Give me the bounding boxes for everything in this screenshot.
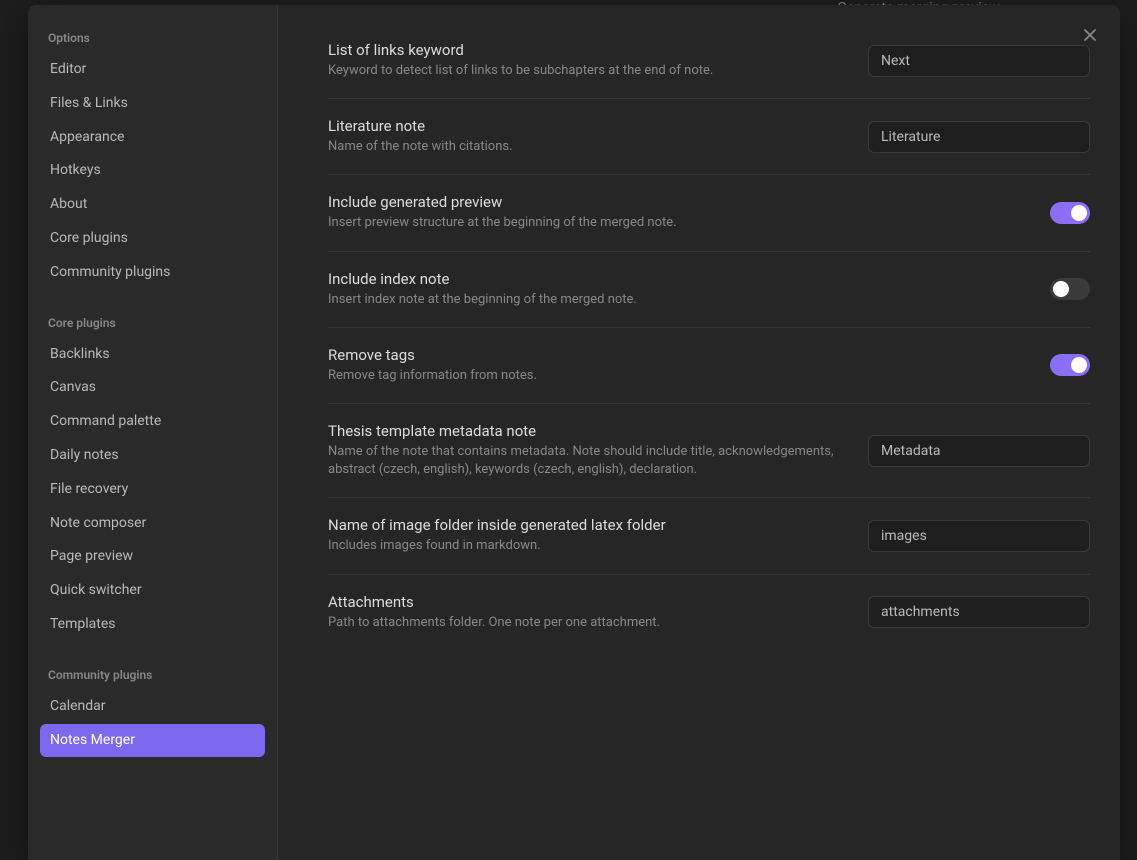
sidebar-item-quick-switcher[interactable]: Quick switcher [40, 574, 265, 608]
setting-title: List of links keyword [328, 41, 848, 59]
image-folder-input[interactable] [868, 520, 1090, 552]
close-button[interactable] [1078, 23, 1102, 47]
sidebar-item-canvas[interactable]: Canvas [40, 371, 265, 405]
setting-title: Name of image folder inside generated la… [328, 516, 848, 534]
toggle-knob [1071, 205, 1087, 221]
sidebar-item-note-composer[interactable]: Note composer [40, 507, 265, 541]
setting-thesis-metadata-note: Thesis template metadata note Name of th… [328, 404, 1090, 498]
setting-desc: Name of the note with citations. [328, 138, 848, 156]
sidebar-item-page-preview[interactable]: Page preview [40, 540, 265, 574]
setting-literature-note: Literature note Name of the note with ci… [328, 99, 1090, 175]
setting-desc: Remove tag information from notes. [328, 367, 1030, 385]
thesis-metadata-input[interactable] [868, 435, 1090, 467]
attachments-input[interactable] [868, 596, 1090, 628]
toggle-knob [1053, 281, 1069, 297]
close-icon [1082, 27, 1098, 43]
sidebar-item-file-recovery[interactable]: File recovery [40, 473, 265, 507]
setting-title: Literature note [328, 117, 848, 135]
setting-image-folder-name: Name of image folder inside generated la… [328, 498, 1090, 574]
setting-attachments: Attachments Path to attachments folder. … [328, 575, 1090, 650]
sidebar-section-core-plugins: Core plugins [40, 308, 265, 338]
sidebar-item-community-plugins[interactable]: Community plugins [40, 256, 265, 290]
sidebar-item-daily-notes[interactable]: Daily notes [40, 439, 265, 473]
sidebar-item-editor[interactable]: Editor [40, 53, 265, 87]
sidebar-item-files-links[interactable]: Files & Links [40, 87, 265, 121]
sidebar-item-calendar[interactable]: Calendar [40, 690, 265, 724]
setting-desc: Insert preview structure at the beginnin… [328, 214, 1030, 232]
setting-title: Include index note [328, 270, 1030, 288]
setting-list-links-keyword: List of links keyword Keyword to detect … [328, 23, 1090, 99]
settings-sidebar: Options Editor Files & Links Appearance … [28, 5, 278, 860]
setting-desc: Name of the note that contains metadata.… [328, 443, 848, 479]
setting-title: Thesis template metadata note [328, 422, 848, 440]
sidebar-item-hotkeys[interactable]: Hotkeys [40, 154, 265, 188]
toggle-knob [1071, 357, 1087, 373]
literature-note-input[interactable] [868, 121, 1090, 153]
setting-desc: Keyword to detect list of links to be su… [328, 62, 848, 80]
setting-desc: Path to attachments folder. One note per… [328, 614, 848, 632]
setting-include-index-note: Include index note Insert index note at … [328, 252, 1090, 328]
setting-remove-tags: Remove tags Remove tag information from … [328, 328, 1090, 404]
settings-content: List of links keyword Keyword to detect … [278, 5, 1120, 860]
sidebar-section-options: Options [40, 23, 265, 53]
setting-desc: Includes images found in markdown. [328, 537, 848, 555]
settings-modal: Options Editor Files & Links Appearance … [28, 5, 1120, 860]
setting-desc: Insert index note at the beginning of th… [328, 291, 1030, 309]
sidebar-section-community-plugins: Community plugins [40, 660, 265, 690]
sidebar-item-backlinks[interactable]: Backlinks [40, 338, 265, 372]
include-generated-preview-toggle[interactable] [1050, 202, 1090, 224]
setting-title: Attachments [328, 593, 848, 611]
sidebar-item-about[interactable]: About [40, 188, 265, 222]
sidebar-item-core-plugins[interactable]: Core plugins [40, 222, 265, 256]
sidebar-item-notes-merger[interactable]: Notes Merger [40, 724, 265, 758]
list-links-keyword-input[interactable] [868, 45, 1090, 77]
setting-title: Remove tags [328, 346, 1030, 364]
sidebar-item-command-palette[interactable]: Command palette [40, 405, 265, 439]
remove-tags-toggle[interactable] [1050, 354, 1090, 376]
include-index-note-toggle[interactable] [1050, 278, 1090, 300]
sidebar-item-templates[interactable]: Templates [40, 608, 265, 642]
setting-include-generated-preview: Include generated preview Insert preview… [328, 175, 1090, 251]
setting-title: Include generated preview [328, 193, 1030, 211]
sidebar-item-appearance[interactable]: Appearance [40, 121, 265, 155]
